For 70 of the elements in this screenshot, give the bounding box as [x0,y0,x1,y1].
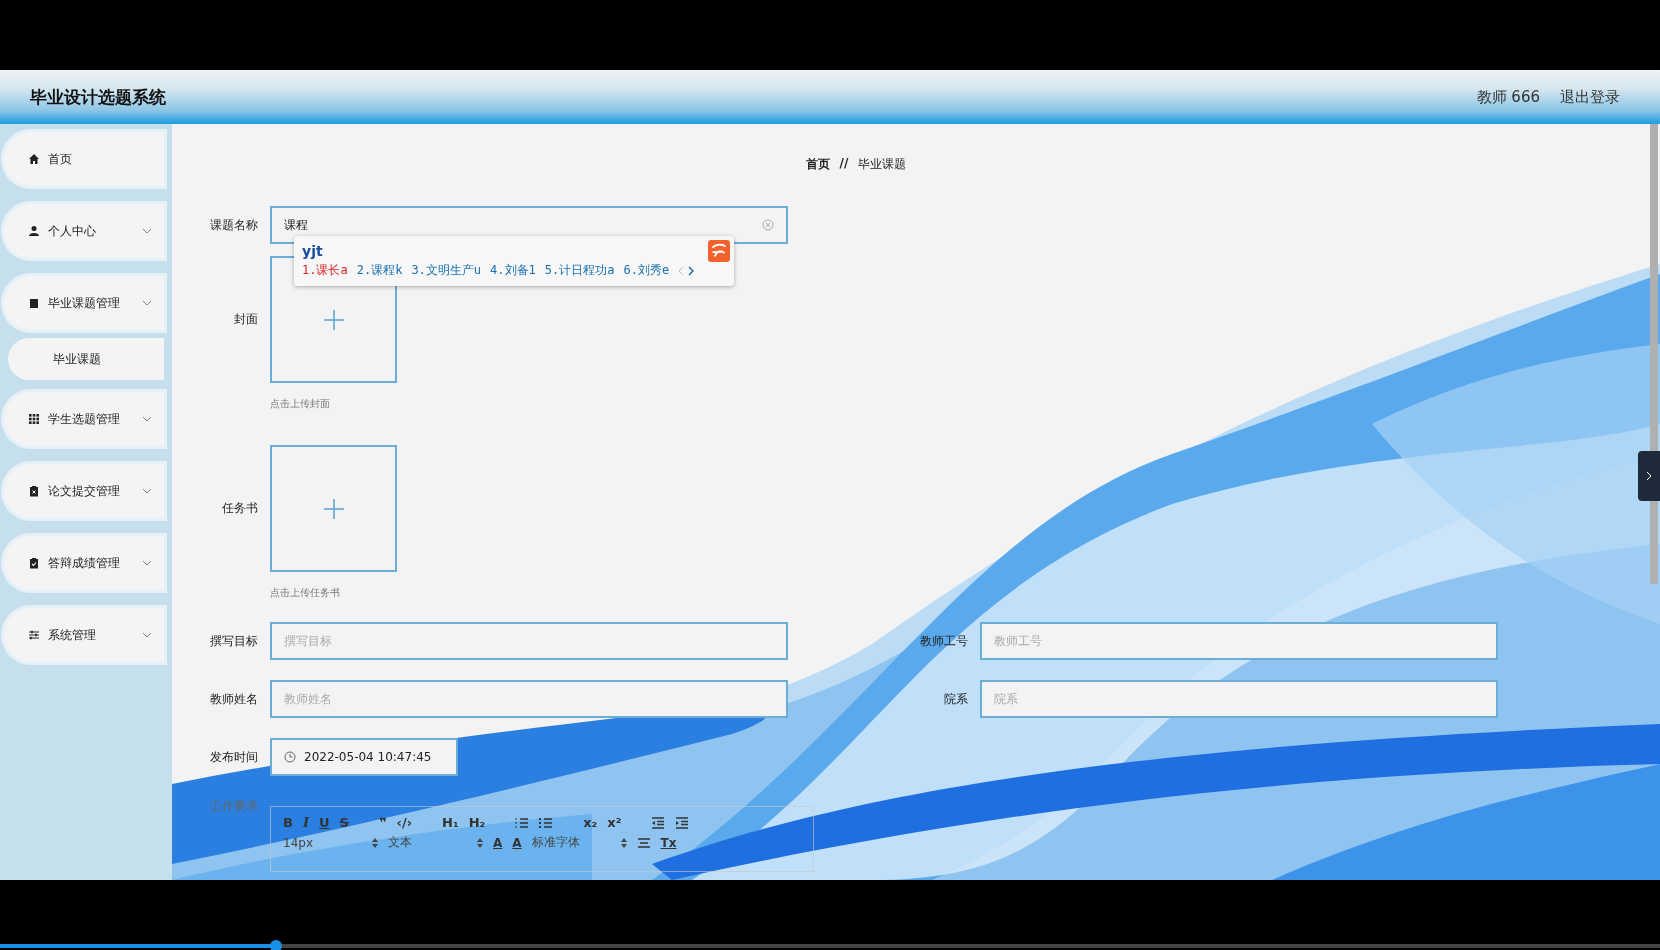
align-icon[interactable] [636,836,651,849]
ime-candidate[interactable]: 6.刘秀e [623,262,670,279]
updown-icon [477,837,483,848]
breadcrumb-separator: // [839,156,849,172]
indent-icon[interactable] [675,816,690,829]
logout-link[interactable]: 退出登录 [1560,87,1620,107]
menu-item[interactable]: 个人中心 [4,204,164,258]
text-input-field[interactable]: 撰写目标 [270,622,788,660]
text-input-field[interactable]: 院系 [980,680,1498,718]
breadcrumb-link[interactable]: 首页 [805,156,830,173]
menu-item[interactable]: 学生选题管理 [4,392,164,446]
field-label: 教师工号 [919,632,968,650]
menu-item[interactable]: 论文提交管理 [4,464,164,518]
submenu-item[interactable]: 毕业课题 [8,338,164,380]
toolbar-button[interactable]: Tx [660,835,677,850]
toolbar-button[interactable]: A [512,835,522,850]
text-input-field[interactable]: 教师工号 [980,622,1498,660]
clipboard-icon [28,485,40,497]
toolbar-button[interactable]: ❞ [378,815,387,830]
menu-item[interactable]: 答辩成绩管理 [4,536,164,590]
numbered-list-icon[interactable] [515,816,530,829]
ime-candidate[interactable]: 3.文明生产u [411,262,482,279]
upload-hint: 点击上传任务书 [270,586,340,600]
clipboard-check-icon [28,557,40,569]
menu-item[interactable]: 首页 [4,132,164,186]
user-name: 教师 666 [1476,87,1540,107]
toolbar-dropdown[interactable]: 标准字体 [531,834,627,851]
app-title: 毕业设计选题系统 [30,85,166,109]
date-input-field[interactable]: 2022-05-04 10:47:45 [270,738,458,776]
toolbar-button[interactable]: x₂ [583,815,598,830]
field-label: 院系 [943,690,968,708]
bullet-list-icon[interactable] [539,816,554,829]
outdent-icon[interactable] [651,816,666,829]
plus-icon [323,498,344,519]
toolbar-button[interactable]: ‹/› [396,815,413,830]
ime-candidate[interactable]: 2.课程k [356,262,403,279]
clock-icon [284,751,296,763]
toolbar-button[interactable]: A [493,835,503,850]
person-icon [28,225,40,237]
field-label: 课题名称 [209,216,258,234]
toolbar-button[interactable]: H₁ [442,815,459,830]
grid-icon [28,413,40,425]
toolbar-dropdown[interactable]: 14px [283,835,378,850]
text-input-field[interactable]: 教师姓名 [270,680,788,718]
ime-composition: yjt [302,243,323,259]
toolbar-button[interactable]: x² [607,815,622,830]
home-icon [28,153,40,165]
updown-icon [620,837,627,848]
sliders-icon [28,629,40,641]
ime-candidate[interactable]: 5.计日程功a [544,262,615,279]
upload-hint: 点击上传封面 [270,397,330,411]
toolbar-button[interactable]: H₂ [468,815,486,830]
field-label: 撰写目标 [209,632,258,650]
field-label: 教师姓名 [209,690,258,708]
ime-logo-icon [708,240,730,262]
seek-thumb[interactable] [269,940,282,950]
toolbar-dropdown[interactable]: 文本 [388,834,483,851]
field-label: 工作要求 [209,798,258,815]
chevron-right-icon [1646,471,1652,481]
menu-item[interactable]: 系统管理 [4,608,164,662]
menu-item[interactable]: 毕业课题管理 [4,276,164,330]
ime-candidate[interactable]: 1.课长a [302,262,348,279]
panel-toggle-button[interactable] [1638,451,1660,501]
field-label: 发布时间 [209,748,258,766]
ime-candidate[interactable]: 4.刘备1 [490,262,536,279]
field-label: 封面 [233,311,258,328]
plus-icon [323,309,344,330]
breadcrumb-current: 毕业课题 [858,156,907,173]
field-label: 任务书 [221,500,258,517]
updown-icon [372,837,378,848]
